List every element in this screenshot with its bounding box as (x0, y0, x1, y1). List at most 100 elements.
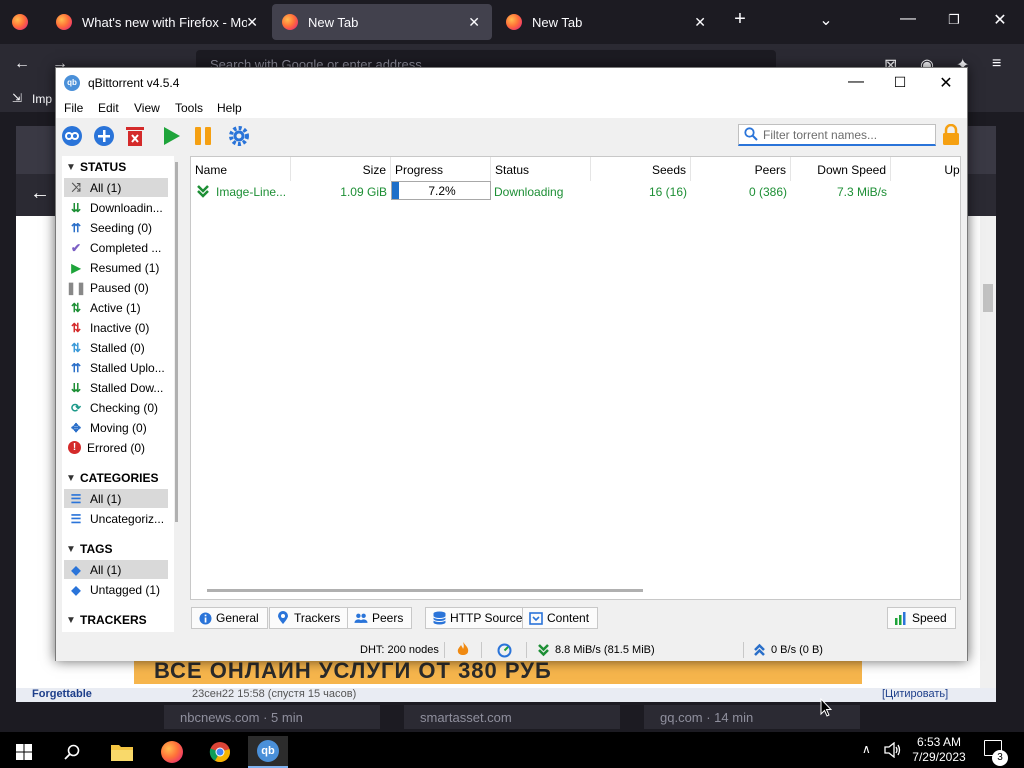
tab-http-sources[interactable]: HTTP Sources (425, 607, 538, 629)
status-filter-item[interactable]: ❚❚ Paused (0) (64, 278, 168, 297)
options-gear-icon[interactable] (228, 125, 250, 147)
forum-user[interactable]: Forgettable (32, 688, 92, 700)
new-tab-icon[interactable]: + (728, 8, 752, 31)
search-icon[interactable] (52, 736, 92, 768)
show-hidden-icons-chevron-icon[interactable]: ∧ (862, 742, 871, 756)
status-filter-item[interactable]: ⇈ Stalled Uplo... (64, 358, 168, 377)
page-back-icon[interactable]: ← (30, 182, 50, 205)
filter-torrents-input[interactable]: Filter torrent names... (738, 124, 936, 146)
tags-section-header[interactable]: ▼ TAGS (66, 540, 112, 558)
firefox-tab-icon (282, 14, 298, 30)
status-filter-item[interactable]: ⤨ All (1) (64, 178, 168, 197)
tab-trackers[interactable]: Trackers (269, 607, 350, 629)
status-filter-item[interactable]: ⟳ Checking (0) (64, 398, 168, 417)
resume-icon[interactable] (160, 125, 182, 147)
column-progress[interactable]: Progress (395, 157, 491, 181)
system-clock[interactable]: 6:53 AM 7/29/2023 (906, 735, 972, 765)
status-filter-item[interactable]: ⇅ Stalled (0) (64, 338, 168, 357)
column-size[interactable]: Size (291, 157, 391, 181)
close-tab-icon[interactable]: ✕ (468, 14, 480, 31)
alt-speed-limits-icon[interactable] (497, 643, 512, 658)
column-down-speed[interactable]: Down Speed (791, 157, 891, 181)
category-all[interactable]: ☰ All (1) (64, 489, 168, 508)
qbittorrent-app-icon: qb (64, 75, 80, 91)
tab-new-tab-active[interactable]: New Tab ✕ (272, 4, 492, 40)
folder-open-icon (529, 611, 543, 625)
tag-all[interactable]: ◆ All (1) (64, 560, 168, 579)
column-peers[interactable]: Peers (691, 157, 791, 181)
menu-file[interactable]: File (64, 101, 83, 115)
tab-content[interactable]: Content (522, 607, 599, 629)
close-window-icon[interactable]: ✕ (988, 10, 1012, 30)
menu-help[interactable]: Help (217, 101, 242, 115)
status-section-header[interactable]: ▼ STATUS (66, 158, 126, 176)
users-icon (354, 611, 368, 625)
status-filter-item[interactable]: ⇅ Inactive (0) (64, 318, 168, 337)
maximize-icon[interactable]: ☐ (888, 74, 912, 91)
lock-icon[interactable] (942, 124, 960, 146)
column-seeds[interactable]: Seeds (591, 157, 691, 181)
status-filter-item[interactable]: ⇈ Seeding (0) (64, 218, 168, 237)
dht-nodes: DHT: 200 nodes (360, 644, 439, 656)
category-uncategorized[interactable]: ☰ Uncategoriz... (64, 509, 168, 528)
qbittorrent-taskbar-icon[interactable]: qb (248, 736, 288, 768)
list-tabs-chevron-icon[interactable]: ⌄ (814, 10, 838, 30)
import-bookmarks-icon[interactable]: ⇲ (12, 91, 22, 105)
upload-speed-total[interactable]: 0 B/s (0 B) (771, 644, 823, 656)
add-torrent-icon[interactable] (93, 125, 115, 147)
status-filter-item[interactable]: ⇊ Stalled Dow... (64, 378, 168, 397)
windows-start-icon[interactable] (4, 736, 44, 768)
status-filter-label: Completed ... (90, 240, 162, 255)
column-status[interactable]: Status (495, 157, 591, 181)
connection-status-flame-icon[interactable] (457, 642, 469, 657)
mouse-cursor-icon (820, 698, 832, 717)
menu-view[interactable]: View (134, 101, 160, 115)
menu-tools[interactable]: Tools (175, 101, 203, 115)
download-speed-total[interactable]: 8.8 MiB/s (81.5 MiB) (555, 644, 655, 656)
menu-edit[interactable]: Edit (98, 101, 119, 115)
categories-section-header[interactable]: ▼ CATEGORIES (66, 469, 158, 487)
status-filter-label: Moving (0) (90, 420, 147, 435)
status-filter-item[interactable]: ✔ Completed ... (64, 238, 168, 257)
status-filter-label: All (1) (90, 180, 122, 195)
story-card[interactable]: nbcnews.com · 5 min (164, 705, 380, 729)
status-filter-item[interactable]: ⇅ Active (1) (64, 298, 168, 317)
close-icon[interactable]: ✕ (934, 73, 958, 93)
tab-speed[interactable]: Speed (887, 607, 956, 629)
minimize-icon[interactable]: — (896, 10, 920, 28)
delete-icon[interactable] (124, 125, 146, 147)
tab-new-tab[interactable]: New Tab ✕ (496, 4, 718, 40)
horizontal-scrollbar[interactable] (207, 589, 643, 592)
trackers-section-header[interactable]: ▼ TRACKERS (66, 611, 147, 629)
tab-general[interactable]: General (191, 607, 268, 629)
chrome-icon[interactable] (200, 736, 240, 768)
minimize-icon[interactable]: — (844, 73, 868, 91)
add-link-icon[interactable] (61, 125, 83, 147)
status-filter-item[interactable]: ▶ Resumed (1) (64, 258, 168, 277)
column-name[interactable]: Name (195, 157, 291, 181)
status-filter-item[interactable]: ⇊ Downloadin... (64, 198, 168, 217)
pause-icon[interactable] (192, 125, 214, 147)
tab-whats-new[interactable]: What's new with Firefox - More ✕ (44, 4, 270, 40)
import-bookmarks-label[interactable]: Imp (32, 92, 52, 106)
forum-quote-link[interactable]: [Цитировать] (882, 688, 948, 700)
tag-untagged[interactable]: ◆ Untagged (1) (64, 580, 168, 599)
sidebar-scrollbar[interactable] (174, 156, 180, 632)
menu-icon[interactable]: ≡ (992, 55, 1001, 73)
download-speed-icon (538, 644, 549, 657)
status-filter-item[interactable]: ✥ Moving (0) (64, 418, 168, 437)
tab-peers[interactable]: Peers (347, 607, 413, 629)
back-icon[interactable]: ← (14, 55, 30, 73)
firefox-icon[interactable] (12, 14, 28, 30)
firefox-taskbar-icon[interactable] (152, 736, 192, 768)
story-card[interactable]: smartasset.com (404, 705, 620, 729)
status-filter-item[interactable]: ! Errored (0) (64, 438, 168, 457)
volume-icon[interactable] (884, 742, 902, 758)
column-up-speed[interactable]: Up S (891, 157, 960, 181)
close-tab-icon[interactable]: ✕ (246, 14, 258, 31)
page-scrollbar[interactable] (980, 216, 996, 702)
firefox-tab-icon (506, 14, 522, 30)
close-tab-icon[interactable]: ✕ (694, 14, 706, 31)
restore-icon[interactable]: ❐ (942, 12, 966, 28)
file-explorer-icon[interactable] (102, 736, 142, 768)
